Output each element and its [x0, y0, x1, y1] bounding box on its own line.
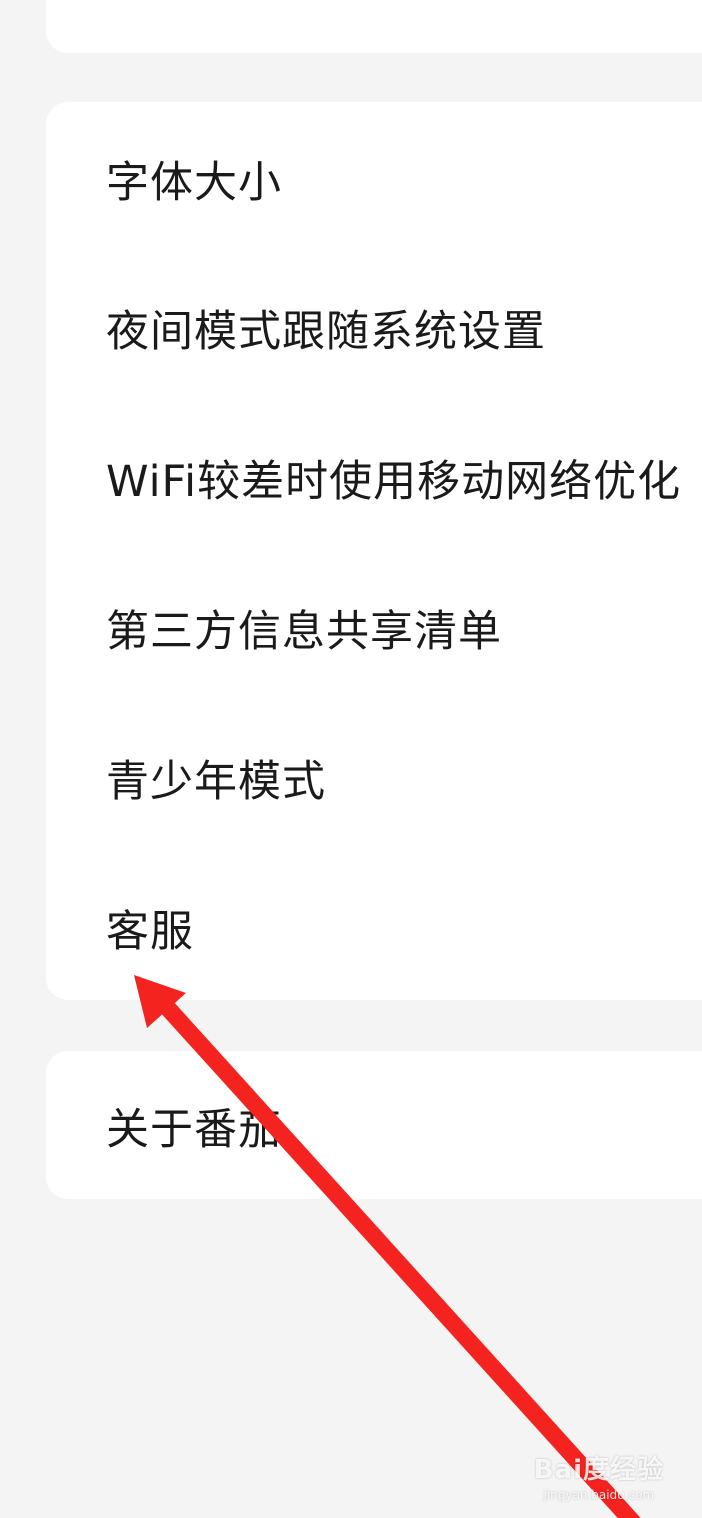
- setting-item-teen-mode[interactable]: 青少年模式: [106, 703, 326, 853]
- setting-item-night-mode[interactable]: 夜间模式跟随系统设置: [106, 253, 546, 403]
- setting-item-label: WiFi较差时使用移动网络优化: [106, 457, 682, 507]
- setting-item-third-party-list[interactable]: 第三方信息共享清单: [106, 553, 502, 703]
- setting-item-label: 关于番茄: [106, 1105, 282, 1155]
- baidu-jingyan-watermark: Bai度经验 jingyan.baidu.com: [534, 1449, 664, 1502]
- setting-item-label: 客服: [106, 907, 194, 957]
- watermark-url: jingyan.baidu.com: [543, 1488, 655, 1502]
- watermark-brand: Bai度经验: [533, 1455, 664, 1485]
- setting-item-label: 字体大小: [106, 158, 282, 208]
- settings-card-previous: [46, 0, 702, 53]
- settings-card-main: 字体大小 夜间模式跟随系统设置 WiFi较差时使用移动网络优化 第三方信息共享清…: [46, 102, 702, 1000]
- setting-item-customer-service[interactable]: 客服: [106, 853, 194, 1003]
- settings-card-about: 关于番茄: [46, 1051, 702, 1199]
- setting-item-label: 青少年模式: [106, 757, 326, 807]
- setting-item-label: 第三方信息共享清单: [106, 607, 502, 657]
- setting-item-wifi-optimization[interactable]: WiFi较差时使用移动网络优化: [106, 403, 681, 553]
- setting-item-label: 夜间模式跟随系统设置: [106, 307, 546, 357]
- setting-item-font-size[interactable]: 字体大小: [106, 104, 282, 254]
- setting-item-about[interactable]: 关于番茄: [106, 1051, 282, 1201]
